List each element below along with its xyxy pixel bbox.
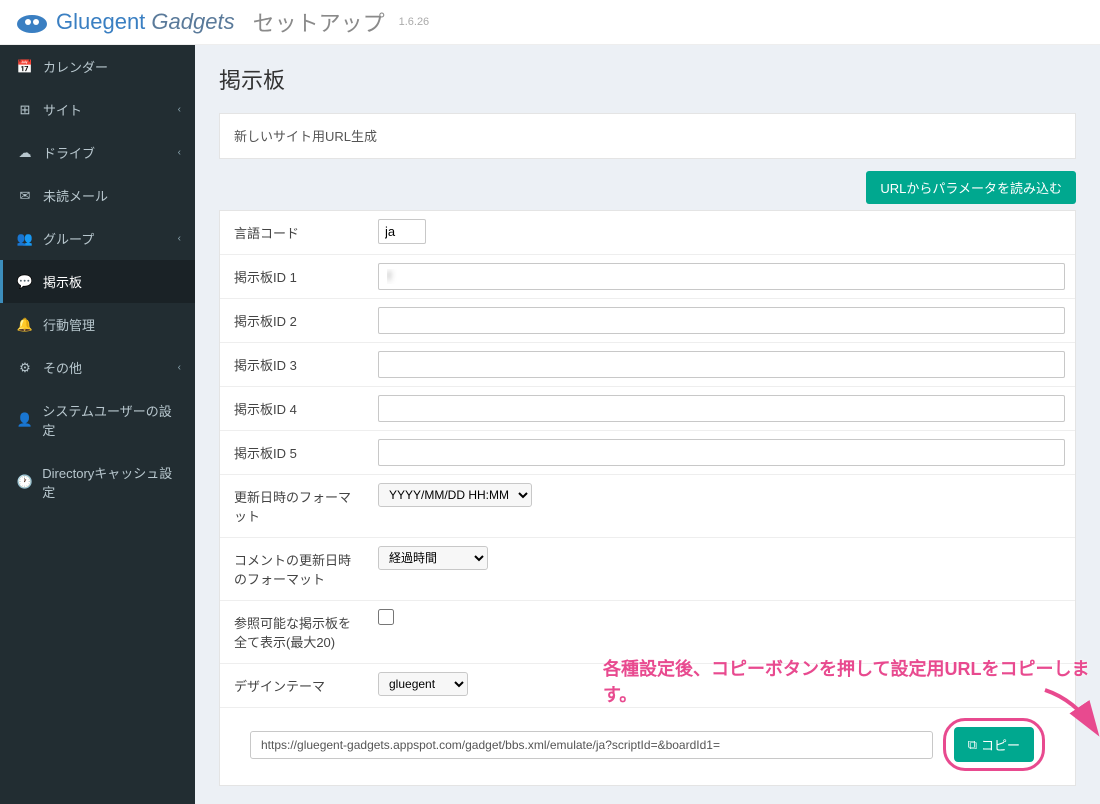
board3-input[interactable] xyxy=(378,351,1065,378)
sidebar: 📅 カレンダー ⊞ サイト ‹ ☁ ドライブ ‹ ✉ 未読メール 👥 グループ ‹ 💬 掲示板 🔔… xyxy=(0,45,195,804)
sidebar-item-dircache[interactable]: 🕐 Directoryキャッシュ設定 xyxy=(0,451,195,513)
logo-text: Gluegent Gadgets xyxy=(56,9,235,35)
chat-icon: 💬 xyxy=(15,274,35,290)
board1-input[interactable] xyxy=(378,263,1065,290)
generated-url-input[interactable] xyxy=(250,731,933,759)
mail-icon: ✉ xyxy=(15,188,35,204)
app-header: Gluegent Gadgets セットアップ 1.6.26 xyxy=(0,0,1100,45)
setup-title: セットアップ xyxy=(253,6,385,38)
showall-checkbox[interactable] xyxy=(378,609,394,625)
copy-highlight: ⧉コピー xyxy=(943,718,1045,771)
theme-label: デザインテーマ xyxy=(220,664,368,707)
form-panel: 言語コード 掲示板ID 1 掲示板ID 2 掲示板ID 3 掲示板ID 4 掲示… xyxy=(219,210,1076,786)
copy-icon: ⧉ xyxy=(968,737,977,753)
chevron-left-icon: ‹ xyxy=(178,233,181,244)
theme-select[interactable]: gluegent xyxy=(378,672,468,696)
chevron-left-icon: ‹ xyxy=(178,104,181,115)
board3-label: 掲示板ID 3 xyxy=(220,343,368,386)
main-content: 掲示板 新しいサイト用URL生成 URLからパラメータを読み込む 言語コード 掲… xyxy=(195,45,1100,804)
sidebar-item-label: グループ xyxy=(43,229,94,248)
chevron-left-icon: ‹ xyxy=(178,362,181,373)
sidebar-item-group[interactable]: 👥 グループ ‹ xyxy=(0,217,195,260)
sidebar-item-label: 掲示板 xyxy=(43,272,82,291)
showall-label: 参照可能な掲示板を全て表示(最大20) xyxy=(220,601,368,663)
page-title: 掲示板 xyxy=(219,63,1076,95)
board2-input[interactable] xyxy=(378,307,1065,334)
sidebar-item-behavior[interactable]: 🔔 行動管理 xyxy=(0,303,195,346)
commentfmt-label: コメントの更新日時のフォーマット xyxy=(220,538,368,600)
panel-url-gen: 新しいサイト用URL生成 xyxy=(219,113,1076,159)
lang-label: 言語コード xyxy=(220,211,368,254)
board4-label: 掲示板ID 4 xyxy=(220,387,368,430)
sidebar-item-label: カレンダー xyxy=(43,57,108,76)
group-icon: 👥 xyxy=(15,231,35,247)
board5-label: 掲示板ID 5 xyxy=(220,431,368,474)
logo-icon xyxy=(14,8,50,36)
panel-heading: 新しいサイト用URL生成 xyxy=(220,114,1075,158)
sidebar-item-label: ドライブ xyxy=(43,143,95,162)
board2-label: 掲示板ID 2 xyxy=(220,299,368,342)
sidebar-item-label: サイト xyxy=(43,100,82,119)
sidebar-item-bbs[interactable]: 💬 掲示板 xyxy=(0,260,195,303)
sidebar-item-site[interactable]: ⊞ サイト ‹ xyxy=(0,88,195,131)
chevron-left-icon: ‹ xyxy=(178,147,181,158)
version-text: 1.6.26 xyxy=(399,16,430,28)
calendar-icon: 📅 xyxy=(15,59,35,75)
sidebar-item-label: Directoryキャッシュ設定 xyxy=(42,463,180,501)
copy-button[interactable]: ⧉コピー xyxy=(954,727,1034,762)
sidebar-item-calendar[interactable]: 📅 カレンダー xyxy=(0,45,195,88)
sidebar-item-drive[interactable]: ☁ ドライブ ‹ xyxy=(0,131,195,174)
sidebar-item-sysuser[interactable]: 👤 システムユーザーの設定 xyxy=(0,389,195,451)
sidebar-item-label: 行動管理 xyxy=(43,315,95,334)
sidebar-item-label: 未読メール xyxy=(43,186,108,205)
board4-input[interactable] xyxy=(378,395,1065,422)
user-icon: 👤 xyxy=(15,412,34,428)
sidebar-item-other[interactable]: ⚙ その他 ‹ xyxy=(0,346,195,389)
gear-icon: ⚙ xyxy=(15,360,35,376)
clock-icon: 🕐 xyxy=(15,474,34,490)
board1-label: 掲示板ID 1 xyxy=(220,255,368,298)
lang-input[interactable] xyxy=(378,219,426,244)
commentfmt-select[interactable]: 経過時間 xyxy=(378,546,488,570)
bell-icon: 🔔 xyxy=(15,317,35,333)
load-params-button[interactable]: URLからパラメータを読み込む xyxy=(866,171,1076,204)
datefmt-label: 更新日時のフォーマット xyxy=(220,475,368,537)
cloud-icon: ☁ xyxy=(15,145,35,161)
board5-input[interactable] xyxy=(378,439,1065,466)
datefmt-select[interactable]: YYYY/MM/DD HH:MM xyxy=(378,483,532,507)
sidebar-item-label: その他 xyxy=(43,358,82,377)
site-icon: ⊞ xyxy=(15,102,35,118)
sidebar-item-label: システムユーザーの設定 xyxy=(42,401,180,439)
sidebar-item-unread-mail[interactable]: ✉ 未読メール xyxy=(0,174,195,217)
